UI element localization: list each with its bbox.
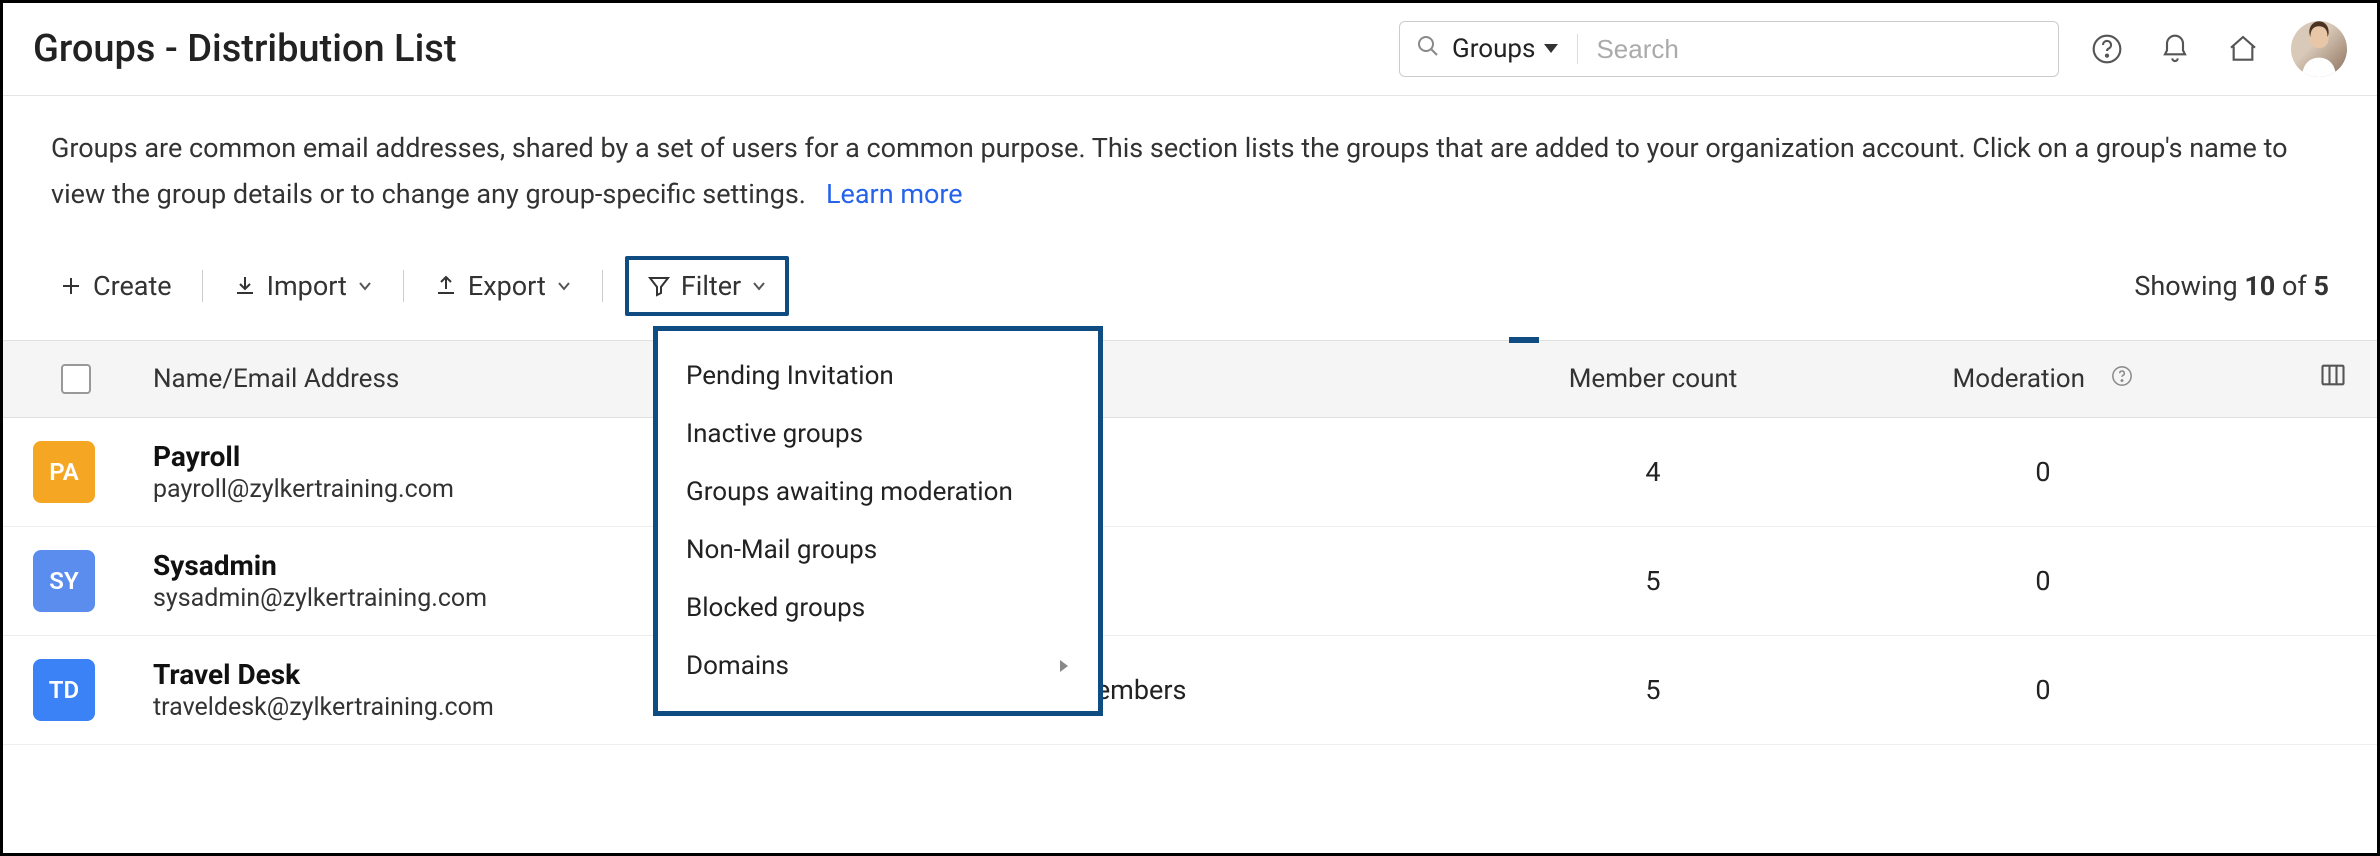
search-icon [1416, 34, 1440, 64]
chevron-right-icon [1058, 658, 1070, 674]
group-avatar: TD [33, 659, 95, 721]
row-moderation-count: 0 [1833, 674, 2253, 706]
avatar[interactable] [2291, 21, 2347, 77]
import-button[interactable]: Import [225, 264, 381, 308]
help-icon[interactable] [2111, 364, 2133, 394]
group-avatar: SY [33, 550, 95, 612]
page-description: Groups are common email addresses, share… [3, 96, 2377, 218]
col-member-count[interactable]: Member count [1473, 364, 1833, 394]
filter-option-label: Non-Mail groups [686, 535, 877, 565]
row-member-count: 5 [1473, 674, 1833, 706]
chevron-down-icon [556, 278, 572, 294]
filter-option-non-mail-groups[interactable]: Non-Mail groups [658, 521, 1098, 579]
groups-table: Name/Email Address Member count Moderati… [3, 340, 2377, 745]
page-title: Groups - Distribution List [33, 27, 456, 71]
row-avatar-cell: TD [33, 659, 153, 721]
filter-option-label: Domains [686, 651, 789, 681]
filter-button[interactable]: Filter [625, 256, 789, 316]
chevron-down-icon [751, 278, 767, 294]
showing-number: 10 [2244, 270, 2275, 302]
export-icon [434, 274, 458, 298]
col-settings [2253, 361, 2347, 396]
separator [202, 270, 203, 302]
col-moderation-label: Moderation [1953, 364, 2085, 394]
col-moderation[interactable]: Moderation [1833, 364, 2253, 394]
home-icon[interactable] [2223, 29, 2263, 69]
filter-icon [647, 274, 671, 298]
select-all-cell [33, 364, 153, 394]
search-input[interactable] [1596, 34, 2042, 65]
filter-option-label: Blocked groups [686, 593, 865, 623]
row-avatar-cell: PA [33, 441, 153, 503]
top-bar: Groups - Distribution List Groups [3, 3, 2377, 96]
row-member-count: 4 [1473, 456, 1833, 488]
filter-option-label: Pending Invitation [686, 361, 894, 391]
table-row[interactable]: SY Sysadmin sysadmin@zylkertraining.com … [3, 527, 2377, 636]
plus-icon [59, 274, 83, 298]
showing-prefix: Showing [2134, 270, 2237, 302]
create-button[interactable]: Create [51, 264, 180, 308]
table-header: Name/Email Address Member count Moderati… [3, 340, 2377, 418]
export-button[interactable]: Export [426, 264, 580, 308]
learn-more-link[interactable]: Learn more [826, 178, 963, 210]
showing-total: 5 [2314, 270, 2330, 302]
select-all-checkbox[interactable] [61, 364, 91, 394]
search-box[interactable]: Groups [1399, 21, 2059, 77]
filter-option-label: Inactive groups [686, 419, 863, 449]
top-right: Groups [1399, 21, 2347, 77]
table-row[interactable]: TD Travel Desk traveldesk@zylkertraining… [3, 636, 2377, 745]
import-label: Import [267, 270, 347, 302]
filter-option-domains[interactable]: Domains [658, 637, 1098, 695]
search-scope-dropdown[interactable]: Groups [1452, 34, 1578, 64]
showing-of: of [2282, 270, 2307, 302]
create-label: Create [93, 270, 172, 302]
filter-option-blocked-groups[interactable]: Blocked groups [658, 579, 1098, 637]
search-scope-label: Groups [1452, 34, 1535, 64]
separator [602, 270, 603, 302]
caret-down-icon [1543, 43, 1559, 55]
filter-dropdown: Pending Invitation Inactive groups Group… [653, 326, 1103, 716]
group-avatar: PA [33, 441, 95, 503]
chevron-down-icon [357, 278, 373, 294]
filter-option-awaiting-moderation[interactable]: Groups awaiting moderation [658, 463, 1098, 521]
bell-icon[interactable] [2155, 29, 2195, 69]
column-settings-icon[interactable] [2319, 361, 2347, 396]
filter-label: Filter [681, 270, 741, 302]
row-moderation-count: 0 [1833, 565, 2253, 597]
row-member-count: 5 [1473, 565, 1833, 597]
filter-option-pending-invitation[interactable]: Pending Invitation [658, 347, 1098, 405]
showing-count: Showing 10 of 5 [2134, 270, 2329, 302]
row-moderation-count: 0 [1833, 456, 2253, 488]
table-row[interactable]: PA Payroll payroll@zylkertraining.com Me… [3, 418, 2377, 527]
help-icon[interactable] [2087, 29, 2127, 69]
row-avatar-cell: SY [33, 550, 153, 612]
filter-option-inactive-groups[interactable]: Inactive groups [658, 405, 1098, 463]
separator [403, 270, 404, 302]
description-text: Groups are common email addresses, share… [51, 132, 2288, 210]
import-icon [233, 274, 257, 298]
filter-option-label: Groups awaiting moderation [686, 477, 1013, 507]
export-label: Export [468, 270, 546, 302]
toolbar: Create Import Export Filter Showing 10 o… [3, 218, 2377, 340]
